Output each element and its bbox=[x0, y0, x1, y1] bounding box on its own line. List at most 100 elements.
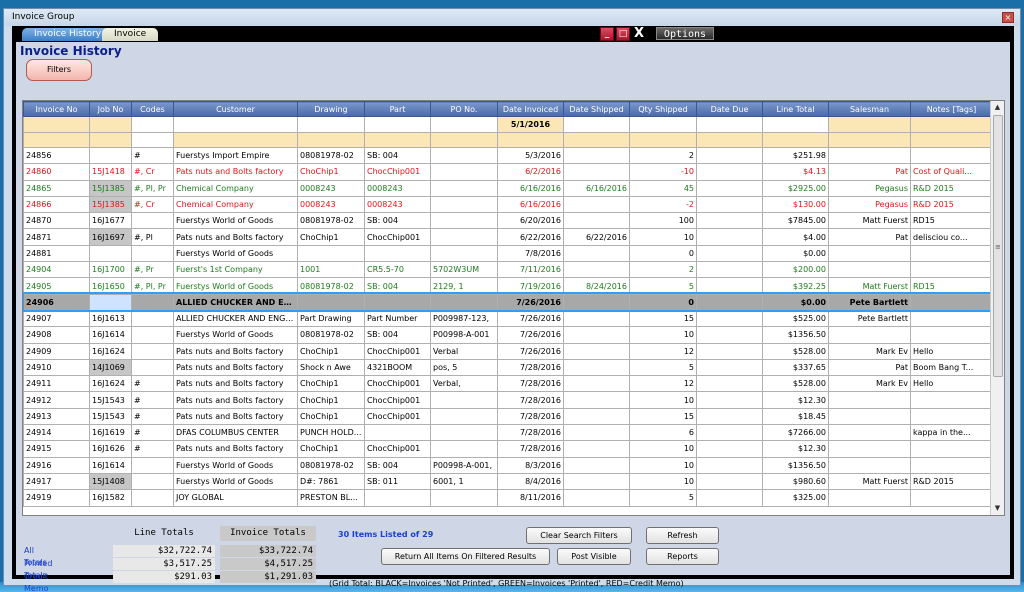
vertical-scrollbar[interactable]: ▲ ≡ ▼ bbox=[990, 101, 1004, 515]
filters-button[interactable]: Filters bbox=[26, 59, 92, 81]
column-header[interactable]: Codes bbox=[131, 101, 174, 117]
close-icon[interactable]: X bbox=[632, 27, 646, 41]
filter-cell[interactable] bbox=[89, 116, 132, 133]
column-header[interactable]: Drawing bbox=[297, 101, 365, 117]
clear-search-filters-button[interactable]: Clear Search Filters bbox=[526, 527, 632, 544]
column-header[interactable]: Job No bbox=[89, 101, 132, 117]
filter-cell[interactable] bbox=[430, 116, 498, 133]
filter-cell[interactable] bbox=[23, 116, 90, 133]
table-row[interactable]: 24866 15J1385 #, Cr Chemical Company 0008243… bbox=[23, 195, 993, 214]
filter-cell[interactable] bbox=[364, 131, 431, 148]
options-button[interactable]: Options bbox=[656, 27, 714, 40]
table-row[interactable]: 24919 16J1582 JOY GLOBAL PRESTON BL... 8/11/… bbox=[23, 489, 993, 507]
scroll-down-icon[interactable]: ▼ bbox=[991, 502, 1004, 515]
column-header[interactable]: PO No. bbox=[430, 101, 498, 117]
filter-cell[interactable] bbox=[563, 131, 630, 148]
column-header[interactable]: Date Shipped bbox=[563, 101, 630, 117]
reports-button[interactable]: Reports bbox=[646, 548, 719, 565]
table-row[interactable]: 24870 16J1677 Fuerstys World of Goods 08081… bbox=[23, 212, 993, 230]
tab-invoice[interactable]: Invoice bbox=[102, 28, 159, 41]
table-row[interactable]: 24913 15J1543 # Pats nuts and Bolts factory… bbox=[23, 407, 993, 426]
filter-cell[interactable] bbox=[696, 116, 763, 133]
cell-qty: -10 bbox=[629, 163, 697, 181]
filter-cell[interactable] bbox=[563, 116, 630, 133]
table-row[interactable]: 24881 Fuerstys World of Goods 7/8/2016 0 $0.… bbox=[23, 244, 993, 263]
filter-cell[interactable] bbox=[23, 131, 90, 148]
filter-cell[interactable] bbox=[696, 131, 763, 148]
filter-cell[interactable] bbox=[910, 116, 993, 133]
cell-inv: 24916 bbox=[23, 456, 90, 474]
cell-inv: 24917 bbox=[23, 472, 90, 491]
cell-dship bbox=[563, 424, 630, 442]
table-row[interactable]: 24911 16J1624 # Pats nuts and Bolts factory… bbox=[23, 375, 993, 393]
table-row[interactable]: 24915 16J1626 # Pats nuts and Bolts factory… bbox=[23, 440, 993, 458]
cell-notes bbox=[910, 489, 993, 507]
table-row[interactable]: 24905 16J1650 #, Pl, Pr Fuerstys World of G… bbox=[23, 277, 993, 295]
maximize-icon[interactable]: □ bbox=[616, 27, 630, 41]
filter-cell[interactable] bbox=[497, 131, 564, 148]
cell-due bbox=[696, 163, 763, 181]
filter-cell[interactable] bbox=[910, 131, 993, 148]
column-header[interactable]: Date Invoiced bbox=[497, 101, 564, 117]
table-row[interactable]: 24856 # Fuerstys Import Empire 08081978-02 S… bbox=[23, 146, 993, 165]
minimize-icon[interactable]: _ bbox=[600, 27, 614, 41]
return-all-items-button[interactable]: Return All Items On Filtered Results bbox=[381, 548, 550, 565]
table-row[interactable]: 24914 16J1619 # DFAS COLUMBUS CENTER PUNCH H… bbox=[23, 424, 993, 442]
cell-due bbox=[696, 489, 763, 507]
column-header[interactable]: Line Total bbox=[762, 101, 829, 117]
table-row[interactable]: 24906 ALLIED CHUCKER AND ENGI... 7/26/2016… bbox=[23, 292, 995, 313]
filter-cell[interactable] bbox=[762, 131, 829, 148]
window-close-icon[interactable]: × bbox=[1002, 12, 1014, 23]
filter-cell[interactable] bbox=[364, 116, 431, 133]
cell-due bbox=[696, 293, 763, 311]
table-row[interactable]: 24908 16J1614 Fuerstys World of Goods 08081… bbox=[23, 326, 993, 344]
column-header[interactable]: Qty Shipped bbox=[629, 101, 697, 117]
filter-cell[interactable] bbox=[173, 131, 298, 148]
filter-cell[interactable] bbox=[297, 131, 365, 148]
scroll-up-icon[interactable]: ▲ bbox=[991, 101, 1004, 114]
filter-cell[interactable] bbox=[762, 116, 829, 133]
cell-sales: Pat bbox=[828, 163, 911, 181]
filter-cell[interactable] bbox=[629, 116, 697, 133]
table-row[interactable]: 24909 16J1624 Pats nuts and Bolts factory C… bbox=[23, 342, 993, 360]
cell-drawing: PUNCH HOLD... bbox=[297, 424, 365, 442]
filter-cell[interactable] bbox=[828, 131, 911, 148]
column-header[interactable]: Customer bbox=[173, 101, 298, 117]
filter-cell[interactable] bbox=[629, 131, 697, 148]
column-header[interactable]: Salesman bbox=[828, 101, 911, 117]
column-header[interactable]: Part bbox=[364, 101, 431, 117]
filter-cell[interactable] bbox=[430, 131, 498, 148]
filter-cell[interactable] bbox=[828, 116, 911, 133]
table-row[interactable]: 24907 16J1613 ALLIED CHUCKER AND ENGI... Pa… bbox=[23, 309, 993, 328]
filter-cell[interactable] bbox=[131, 131, 174, 148]
table-row[interactable]: 24865 15J1385 #, Pl, Pr Chemical Company 000… bbox=[23, 179, 993, 197]
filter-row: 5/1/2016 bbox=[23, 116, 993, 133]
table-row[interactable]: 24916 16J1614 Fuerstys World of Goods 08081… bbox=[23, 456, 993, 474]
table-row[interactable]: 24910 14J1069 Pats nuts and Bolts factory S… bbox=[23, 358, 993, 377]
column-header[interactable]: Notes [Tags] bbox=[910, 101, 993, 117]
table-row[interactable]: 24917 15J1408 Fuerstys World of Goods D#: 7… bbox=[23, 472, 993, 491]
cell-customer: ALLIED CHUCKER AND ENGI... bbox=[173, 309, 298, 328]
cell-po: 6001, 1 bbox=[430, 472, 498, 491]
cell-qty: 5 bbox=[629, 277, 697, 295]
post-visible-button[interactable]: Post Visible bbox=[557, 548, 631, 565]
refresh-button[interactable]: Refresh bbox=[646, 527, 719, 544]
cell-dship bbox=[563, 293, 630, 311]
cell-inv: 24910 bbox=[23, 358, 90, 377]
filter-cell[interactable] bbox=[89, 131, 132, 148]
table-row[interactable]: 24912 15J1543 # Pats nuts and Bolts factory… bbox=[23, 391, 993, 409]
cell-due bbox=[696, 342, 763, 360]
filter-cell[interactable] bbox=[131, 116, 174, 133]
tab-invoice-history[interactable]: Invoice History bbox=[22, 28, 114, 41]
cell-total: $4.00 bbox=[762, 228, 829, 246]
column-header[interactable]: Date Due bbox=[696, 101, 763, 117]
main-frame: Invoice History Invoice _ □ X Options In… bbox=[12, 26, 1014, 592]
table-row[interactable]: 24904 16J1700 #, Pr Fuerst's 1st Company 100… bbox=[23, 261, 993, 279]
cell-notes bbox=[910, 293, 993, 311]
table-row[interactable]: 24871 16J1697 #, Pl Pats nuts and Bolts fac… bbox=[23, 228, 993, 246]
filter-cell[interactable]: 5/1/2016 bbox=[497, 116, 564, 133]
filter-cell[interactable] bbox=[173, 116, 298, 133]
column-header[interactable]: Invoice No bbox=[23, 101, 90, 117]
table-row[interactable]: 24860 15J1418 #, Cr Pats nuts and Bolts fac… bbox=[23, 163, 993, 181]
filter-cell[interactable] bbox=[297, 116, 365, 133]
